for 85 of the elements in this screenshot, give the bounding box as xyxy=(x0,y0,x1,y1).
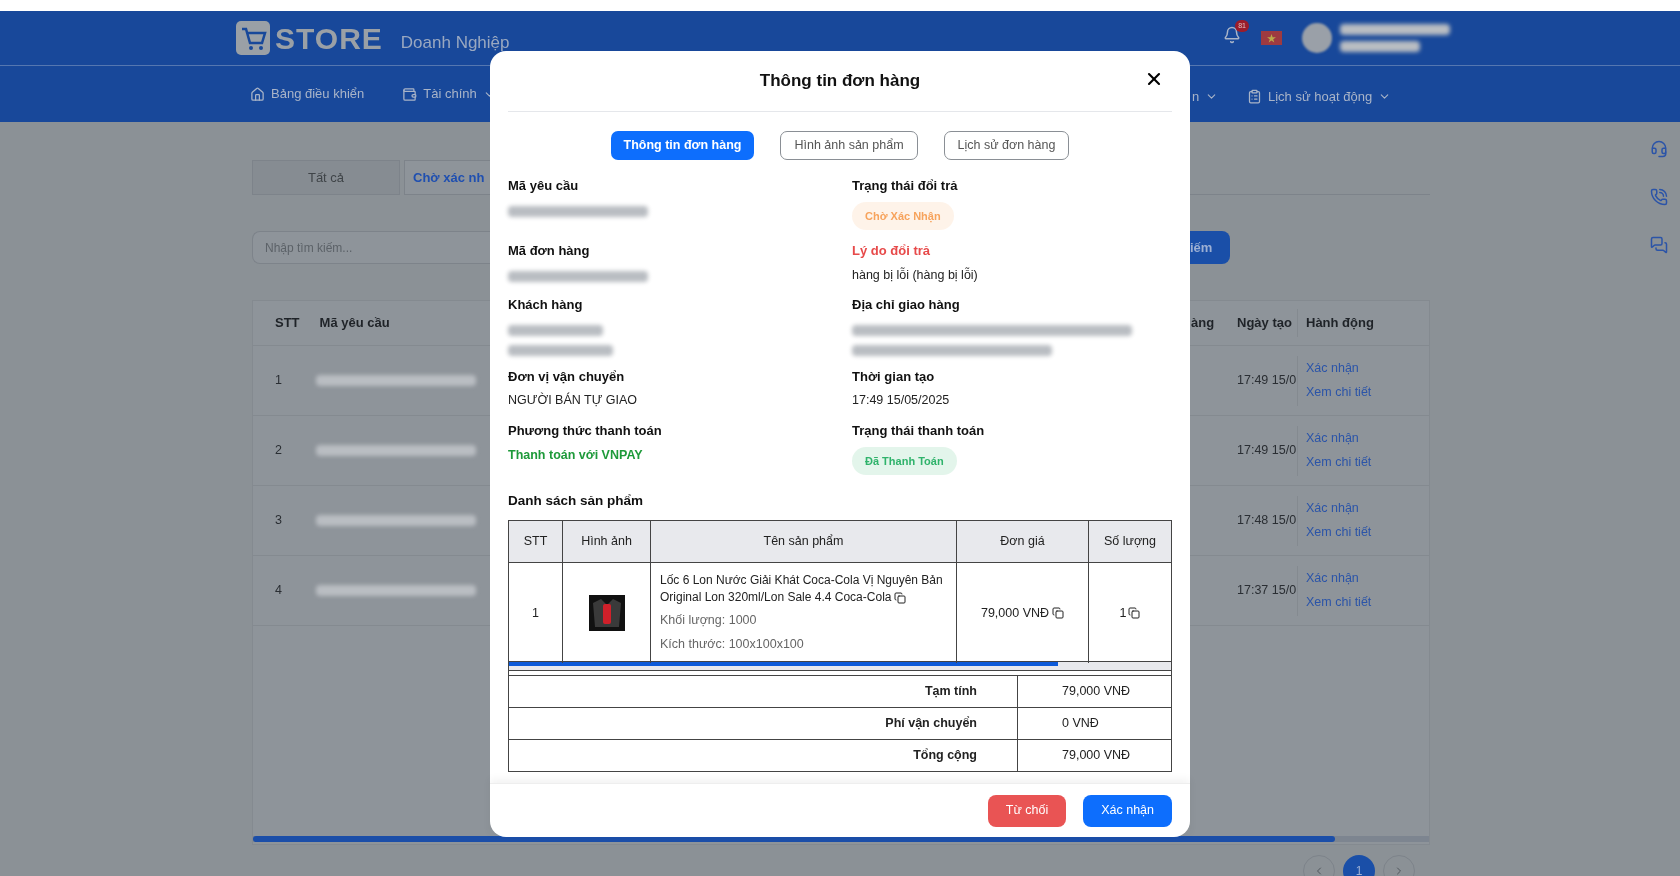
phone-icon[interactable] xyxy=(1650,188,1668,206)
summary-value: 0 VNĐ xyxy=(1061,715,1100,733)
summary-value: 79,000 VNĐ xyxy=(1061,683,1132,701)
scrollbar-thumb[interactable] xyxy=(253,836,1335,842)
cart-logo-icon xyxy=(235,20,271,56)
created-time: 17:48 15/0 xyxy=(1237,512,1297,530)
action-link[interactable]: Xác nhận xyxy=(1306,429,1372,448)
status-badge: Đã Thanh Toán xyxy=(852,446,957,475)
confirm-button[interactable]: Xác nhận xyxy=(1083,794,1172,827)
dialog-title: Thông tin đơn hàng xyxy=(759,70,921,93)
field-label: Lý do đổi trả xyxy=(852,242,931,260)
summary-value: 79,000 VNĐ xyxy=(1061,747,1132,765)
status-badge: Chờ Xác Nhận xyxy=(852,201,954,230)
column-header: àng xyxy=(1191,314,1216,333)
row-number: 2 xyxy=(275,442,283,460)
column-header: Đơn giá xyxy=(957,521,1089,563)
field-value: NGƯỜI BÁN TỰ GIAO xyxy=(508,391,639,410)
field-label: Trạng thái thanh toán xyxy=(852,422,986,440)
row-number: 1 xyxy=(275,372,283,390)
avatar[interactable] xyxy=(1302,23,1332,53)
action-link[interactable]: Xác nhận xyxy=(1306,499,1372,518)
column-header: STT xyxy=(275,314,300,333)
quantity: 1 xyxy=(1119,604,1127,622)
product-weight: Khối lượng: 1000 xyxy=(660,612,758,630)
action-link[interactable]: Xem chi tiết xyxy=(1306,453,1372,472)
product-size: Kích thước: 100x100x100 xyxy=(660,636,805,653)
search-button[interactable]: iếm xyxy=(1190,231,1230,264)
field-label: Khách hàng xyxy=(508,296,584,315)
column-header: Tên sản phẩm xyxy=(651,521,957,563)
product-name: Lốc 6 Lon Nước Giải Khát Coca-Cola Vị Nguyên Bản Original Lon 320ml/Lon Sale 4.4 Coca-Cola xyxy=(660,572,944,607)
page-button[interactable]: 1 xyxy=(1343,855,1375,876)
chat-icon[interactable] xyxy=(1650,236,1668,254)
field-label: Phương thức thanh toán xyxy=(508,422,663,440)
column-header: Ngày tạo xyxy=(1237,314,1293,333)
nav-menu-item[interactable]: Tài chính xyxy=(402,84,496,104)
field-value: Thanh toán với VNPAY xyxy=(508,446,644,464)
row-number: 3 xyxy=(275,512,283,530)
column-header: STT xyxy=(509,521,563,563)
column-header: Hành động xyxy=(1306,314,1374,333)
nav-menu-item[interactable]: Bảng điều khiển xyxy=(250,84,365,104)
nav-menu-item[interactable]: Lịch sử hoạt động xyxy=(1247,87,1392,107)
field-label: Mã yêu cầu xyxy=(508,177,580,195)
wallet-icon xyxy=(402,86,418,102)
summary-label: Tổng cộng xyxy=(509,740,1018,772)
section-title: Danh sách sản phẩm xyxy=(508,492,645,510)
summary-label: Tạm tính xyxy=(509,676,1018,708)
column-header: Số lượng xyxy=(1103,533,1157,551)
unit-price: 79,000 VNĐ xyxy=(980,604,1050,622)
column-header: Mã yêu cầu xyxy=(319,314,390,333)
headset-icon[interactable] xyxy=(1650,140,1668,158)
field-label: Trạng thái đổi trả xyxy=(852,177,959,195)
field-label: Đơn vị vận chuyển xyxy=(508,367,626,386)
flag-icon[interactable] xyxy=(1261,31,1282,45)
created-time: 17:49 15/0 xyxy=(1237,372,1297,390)
logo-text: STORE xyxy=(275,20,383,57)
summary-label: Phí vận chuyển xyxy=(509,708,1018,740)
action-link[interactable]: Xem chi tiết xyxy=(1306,383,1372,402)
product-thumbnail xyxy=(588,595,625,631)
field-label: Mã đơn hàng xyxy=(508,242,591,260)
copy-icon[interactable] xyxy=(894,592,907,605)
reject-button[interactable]: Từ chối xyxy=(987,794,1067,827)
field-label: Địa chỉ giao hàng xyxy=(852,296,961,315)
dialog-tab[interactable]: Thông tin đơn hàng xyxy=(610,131,755,160)
dialog-tab[interactable]: Hình ảnh sản phẩm xyxy=(780,131,918,160)
dialog-tab[interactable]: Lịch sử đơn hàng xyxy=(943,131,1070,160)
portal-subtitle: Doanh Nghiệp xyxy=(400,32,510,55)
field-label: Thời gian tạo xyxy=(852,367,936,386)
action-link[interactable]: Xem chi tiết xyxy=(1306,523,1372,542)
created-time: 17:37 15/0 xyxy=(1237,582,1297,600)
filter-tab[interactable]: Chờ xác nh xyxy=(404,160,490,195)
clipboard-icon xyxy=(1247,89,1262,105)
nav-menu-item[interactable]: n xyxy=(1192,87,1219,107)
action-link[interactable]: Xem chi tiết xyxy=(1306,593,1372,612)
created-time: 17:49 15/0 xyxy=(1237,442,1297,460)
action-link[interactable]: Xác nhận xyxy=(1306,569,1372,588)
action-link[interactable]: Xác nhận xyxy=(1306,359,1372,378)
field-value: hàng bị lỗi (hàng bị lỗi) xyxy=(852,266,979,284)
scrollbar-thumb[interactable] xyxy=(509,662,1059,667)
filter-tab[interactable]: Tất cả xyxy=(252,160,400,195)
column-header: Hình ảnh xyxy=(563,521,651,563)
copy-icon[interactable] xyxy=(1128,607,1141,619)
field-value: 17:49 15/05/2025 xyxy=(852,392,951,410)
row-number: 4 xyxy=(275,582,283,600)
copy-icon[interactable] xyxy=(1052,607,1065,619)
home-icon xyxy=(250,86,265,102)
